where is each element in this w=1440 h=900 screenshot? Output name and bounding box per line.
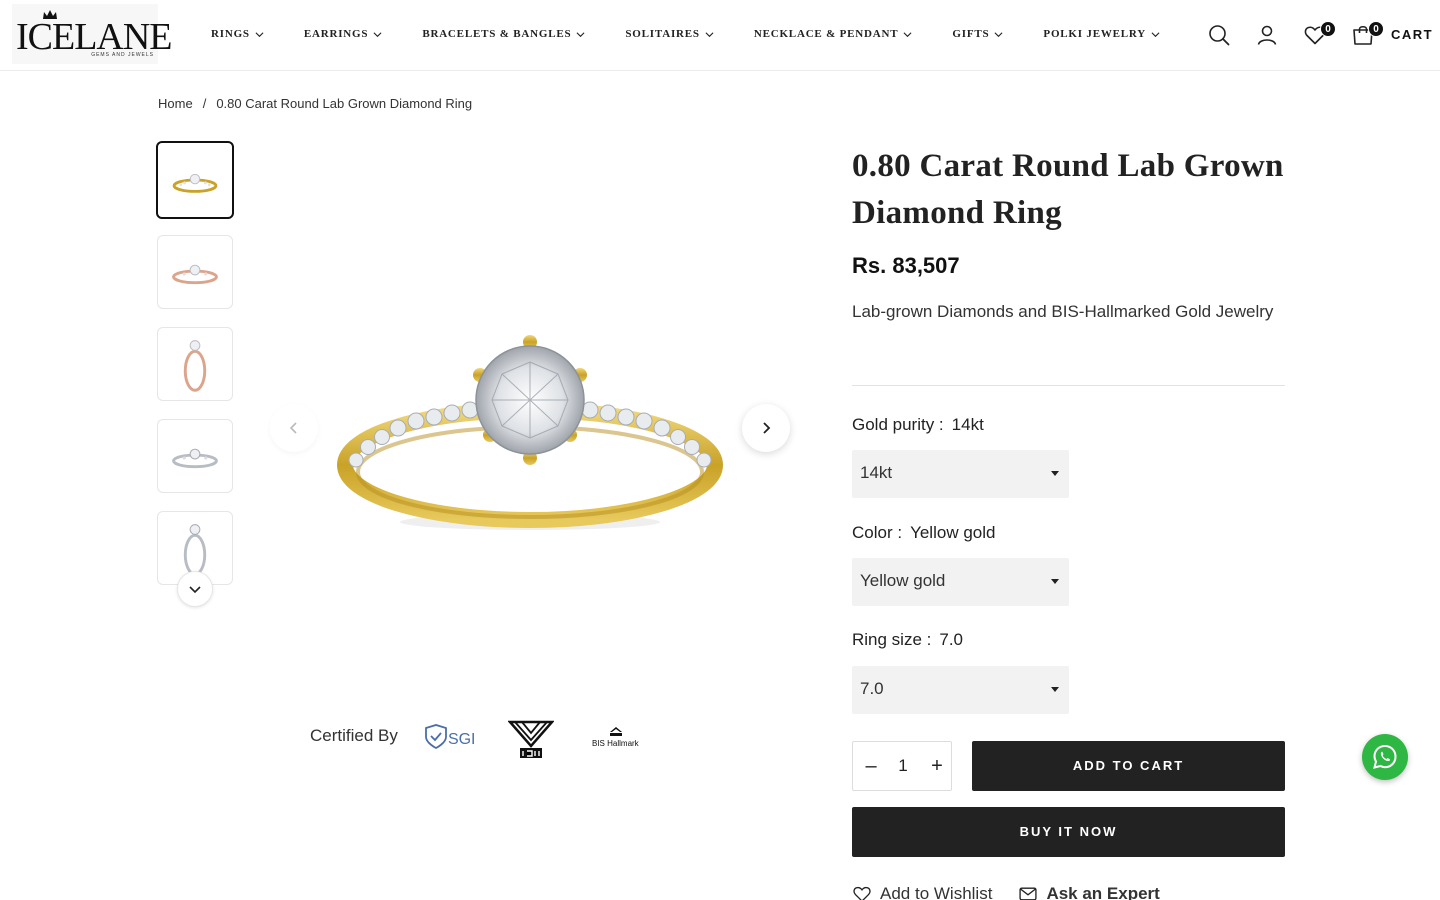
thumbnail-yellow-gold[interactable]	[156, 141, 234, 219]
igi-logo-icon	[508, 720, 554, 758]
nav-item-label: POLKI JEWELRY	[1043, 28, 1147, 40]
ring-thumbnail-image	[172, 264, 218, 285]
ring-thumbnail-image	[183, 340, 207, 392]
option-label: Ring size :	[852, 630, 932, 649]
chevron-down-icon	[705, 31, 714, 37]
option-label: Color :	[852, 523, 903, 542]
select-value: 14kt	[860, 463, 893, 482]
certified-by-label: Certified By	[310, 726, 398, 745]
product-main-image	[337, 335, 723, 530]
ring-size-select[interactable]: 7.0	[852, 666, 1069, 714]
brand-logo[interactable]: ICELANE GEMS AND JEWELS	[12, 4, 173, 64]
ring-thumbnail-image	[172, 173, 218, 193]
gold-purity-select[interactable]: 14kt	[852, 450, 1069, 498]
ring-thumbnail-image	[172, 448, 218, 469]
breadcrumb-separator: /	[202, 96, 207, 111]
wishlist-link-label: Add to Wishlist	[880, 884, 993, 900]
nav-item-label: RINGS	[211, 28, 250, 40]
cart-count-badge: 0	[1368, 21, 1384, 37]
nav-item-polki[interactable]: POLKI JEWELRY	[1043, 27, 1160, 41]
color-select[interactable]: Yellow gold	[852, 558, 1069, 606]
brand-name: ICELANE	[16, 16, 173, 58]
gallery-prev-button[interactable]	[270, 404, 318, 452]
sgl-logo-text: SGL	[448, 731, 474, 748]
caret-down-icon	[1051, 579, 1059, 584]
thumbnail-rose-gold[interactable]	[157, 235, 233, 309]
chevron-down-icon	[189, 586, 201, 594]
main-nav: RINGS EARRINGS BRACELETS & BANGLES SOLIT…	[211, 27, 1160, 41]
quantity-input[interactable]: 1	[891, 756, 915, 776]
chevron-right-icon	[763, 422, 771, 434]
breadcrumb: Home / 0.80 Carat Round Lab Grown Diamon…	[158, 96, 472, 111]
option-value: 14kt	[951, 415, 984, 434]
option-label: Gold purity :	[852, 415, 944, 434]
select-value: Yellow gold	[860, 571, 946, 590]
chevron-down-icon	[373, 31, 382, 37]
chevron-down-icon	[903, 31, 912, 37]
nav-item-necklace[interactable]: NECKLACE & PENDANT	[754, 27, 913, 41]
caret-down-icon	[1051, 471, 1059, 476]
add-to-cart-button[interactable]: ADD TO CART	[972, 741, 1285, 791]
cart-link[interactable]: CART	[1391, 27, 1433, 42]
account-icon[interactable]	[1255, 23, 1279, 47]
option-value: Yellow gold	[910, 523, 996, 542]
thumbnails-scroll-down-button[interactable]	[177, 571, 213, 607]
sgl-logo-icon: SGL	[425, 724, 474, 750]
chevron-down-icon	[576, 31, 585, 37]
buy-it-now-button[interactable]: BUY IT NOW	[852, 807, 1285, 857]
nav-item-label: GIFTS	[952, 28, 990, 40]
ring-size-label: Ring size : 7.0	[852, 630, 963, 650]
product-title: 0.80 Carat Round Lab Grown Diamond Ring	[852, 148, 1284, 231]
nav-item-earrings[interactable]: EARRINGS	[304, 27, 382, 41]
nav-item-gifts[interactable]: GIFTS	[952, 27, 1003, 41]
add-to-wishlist-link[interactable]: Add to Wishlist	[852, 884, 992, 900]
site-header: ICELANE GEMS AND JEWELS RINGS EARRINGS B…	[0, 0, 1440, 71]
wishlist-count-badge: 0	[1320, 21, 1336, 37]
chevron-down-icon	[994, 31, 1003, 37]
nav-item-bracelets[interactable]: BRACELETS & BANGLES	[422, 27, 585, 41]
product-description: Lab-grown Diamonds and BIS-Hallmarked Go…	[852, 302, 1274, 321]
chevron-left-icon	[289, 422, 297, 434]
select-value: 7.0	[860, 679, 884, 698]
ask-expert-link[interactable]: Ask an Expert	[1018, 884, 1160, 900]
thumbnail-rose-gold-side[interactable]	[157, 327, 233, 401]
divider	[852, 385, 1285, 386]
whatsapp-chat-button[interactable]	[1362, 734, 1408, 780]
search-icon[interactable]	[1207, 23, 1231, 47]
gold-purity-label: Gold purity : 14kt	[852, 415, 984, 435]
ask-expert-label: Ask an Expert	[1046, 884, 1160, 900]
product-price: Rs. 83,507	[852, 253, 960, 278]
breadcrumb-home[interactable]: Home	[158, 96, 193, 111]
breadcrumb-current: 0.80 Carat Round Lab Grown Diamond Ring	[216, 96, 473, 111]
chevron-down-icon	[255, 31, 264, 37]
thumbnail-white-gold[interactable]	[157, 419, 233, 493]
quantity-decrease-button[interactable]: –	[861, 754, 881, 778]
bis-hallmark-text: BIS Hallmark	[592, 739, 640, 748]
gallery-next-button[interactable]	[742, 404, 790, 452]
nav-item-label: BRACELETS & BANGLES	[422, 28, 572, 40]
product-actions: Add to Wishlist Ask an Expert	[852, 884, 1160, 900]
nav-item-label: NECKLACE & PENDANT	[753, 28, 899, 40]
heart-icon	[853, 886, 871, 900]
quantity-increase-button[interactable]: +	[927, 754, 947, 778]
nav-item-label: EARRINGS	[303, 28, 369, 40]
quantity-stepper: – 1 +	[852, 741, 952, 791]
option-value: 7.0	[939, 630, 964, 649]
color-label: Color : Yellow gold	[852, 523, 995, 543]
brand-tagline: GEMS AND JEWELS	[91, 52, 154, 58]
nav-item-rings[interactable]: RINGS	[211, 27, 264, 41]
caret-down-icon	[1051, 687, 1059, 692]
nav-item-label: SOLITAIRES	[625, 28, 700, 40]
bis-hallmark-logo-icon: BIS Hallmark	[592, 727, 640, 748]
mail-icon	[1019, 887, 1038, 900]
chevron-down-icon	[1151, 31, 1160, 37]
nav-item-solitaires[interactable]: SOLITAIRES	[625, 27, 714, 41]
whatsapp-icon	[1373, 744, 1397, 769]
